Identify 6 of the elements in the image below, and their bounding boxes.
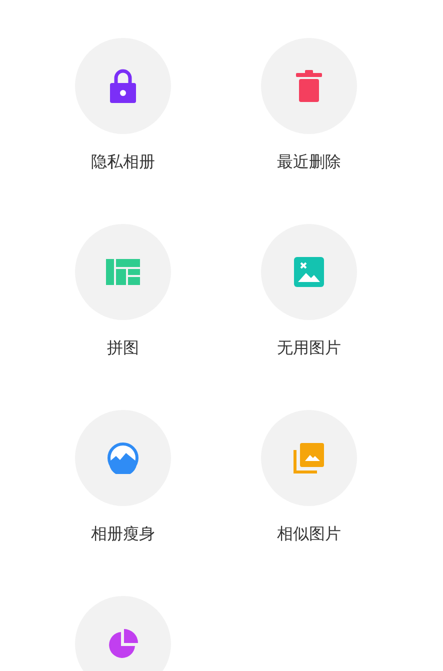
tool-label: 拼图 [107,337,139,359]
tool-label: 相似图片 [277,523,341,545]
tool-label: 隐私相册 [91,151,155,173]
tool-label: 无用图片 [277,337,341,359]
tool-label: 相册瘦身 [91,523,155,545]
tool-label: 最近删除 [277,151,341,173]
